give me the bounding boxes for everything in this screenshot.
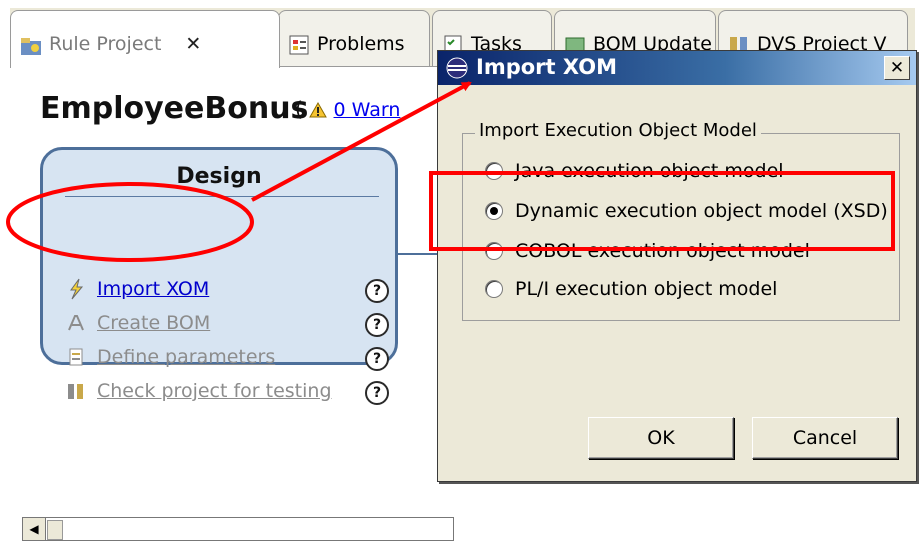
page-title: EmployeeBonus (40, 91, 309, 126)
radio-label: Dynamic execution object model (XSD) (515, 200, 888, 222)
check-project-link: Check project for testing (65, 378, 332, 404)
radio-label: COBOL execution object model (515, 240, 810, 262)
eclipse-icon (446, 57, 468, 79)
help-icon[interactable]: ? (365, 313, 389, 337)
lightning-icon (65, 278, 87, 300)
radio-label: PL/I execution object model (515, 278, 778, 300)
execution-model-group: Import Execution Object Model Java execu… (462, 120, 900, 321)
tab-rule-project[interactable]: Rule Project ✕ (10, 10, 280, 68)
scroll-thumb[interactable] (47, 520, 63, 540)
radio-label: Java execution object model (515, 160, 784, 182)
dialog-title-bar[interactable]: Import XOM ✕ (438, 51, 916, 85)
design-title: Design (176, 164, 262, 189)
horizontal-scrollbar[interactable]: ◀ (22, 517, 454, 541)
design-divider (65, 196, 379, 197)
create-bom-icon (65, 312, 87, 334)
group-title: Import Execution Object Model (475, 120, 761, 141)
warnings-link[interactable]: 0 Warn (334, 99, 401, 121)
help-icon[interactable]: ? (365, 279, 389, 303)
help-icon[interactable]: ? (365, 381, 389, 405)
define-parameters-label: Define parameters (97, 346, 276, 368)
tab-problems[interactable]: Problems (278, 10, 430, 68)
radio-button[interactable] (485, 242, 503, 260)
create-bom-label: Create BOM (97, 312, 211, 334)
parameters-icon (65, 346, 87, 368)
scroll-left-arrow[interactable]: ◀ (23, 518, 46, 540)
rule-project-icon (19, 33, 43, 57)
check-project-icon (65, 380, 87, 402)
help-icon[interactable]: ? (365, 347, 389, 371)
define-parameters-link: Define parameters (65, 344, 275, 370)
radio-dynamic-xsd[interactable]: Dynamic execution object model (XSD) (485, 198, 888, 224)
dialog-title: Import XOM (476, 55, 618, 79)
cancel-button[interactable]: Cancel (752, 417, 898, 459)
radio-button-selected[interactable] (485, 202, 503, 220)
tab-label: Rule Project (49, 33, 162, 55)
radio-pli[interactable]: PL/I execution object model (485, 276, 777, 302)
radio-cobol[interactable]: COBOL execution object model (485, 238, 810, 264)
check-project-label: Check project for testing (97, 380, 332, 402)
radio-java[interactable]: Java execution object model (485, 158, 784, 184)
warnings-paren: ( (295, 97, 303, 121)
warning-icon (309, 97, 333, 121)
problems-icon (287, 33, 311, 57)
radio-button[interactable] (485, 280, 503, 298)
import-xom-dialog: Import XOM ✕ Import Execution Object Mod… (437, 50, 917, 482)
design-panel: Design Import XOM ? Create BOM ? Define … (40, 147, 398, 405)
close-icon[interactable]: ✕ (185, 33, 201, 55)
warnings-summary: ( 0 Warn (295, 97, 400, 121)
create-bom-link: Create BOM (65, 310, 210, 336)
ok-button[interactable]: OK (588, 417, 734, 459)
import-xom-link[interactable]: Import XOM (65, 276, 209, 302)
close-button[interactable]: ✕ (884, 56, 910, 80)
tab-label: Problems (317, 33, 405, 55)
import-xom-label[interactable]: Import XOM (97, 278, 209, 300)
radio-button[interactable] (485, 162, 503, 180)
